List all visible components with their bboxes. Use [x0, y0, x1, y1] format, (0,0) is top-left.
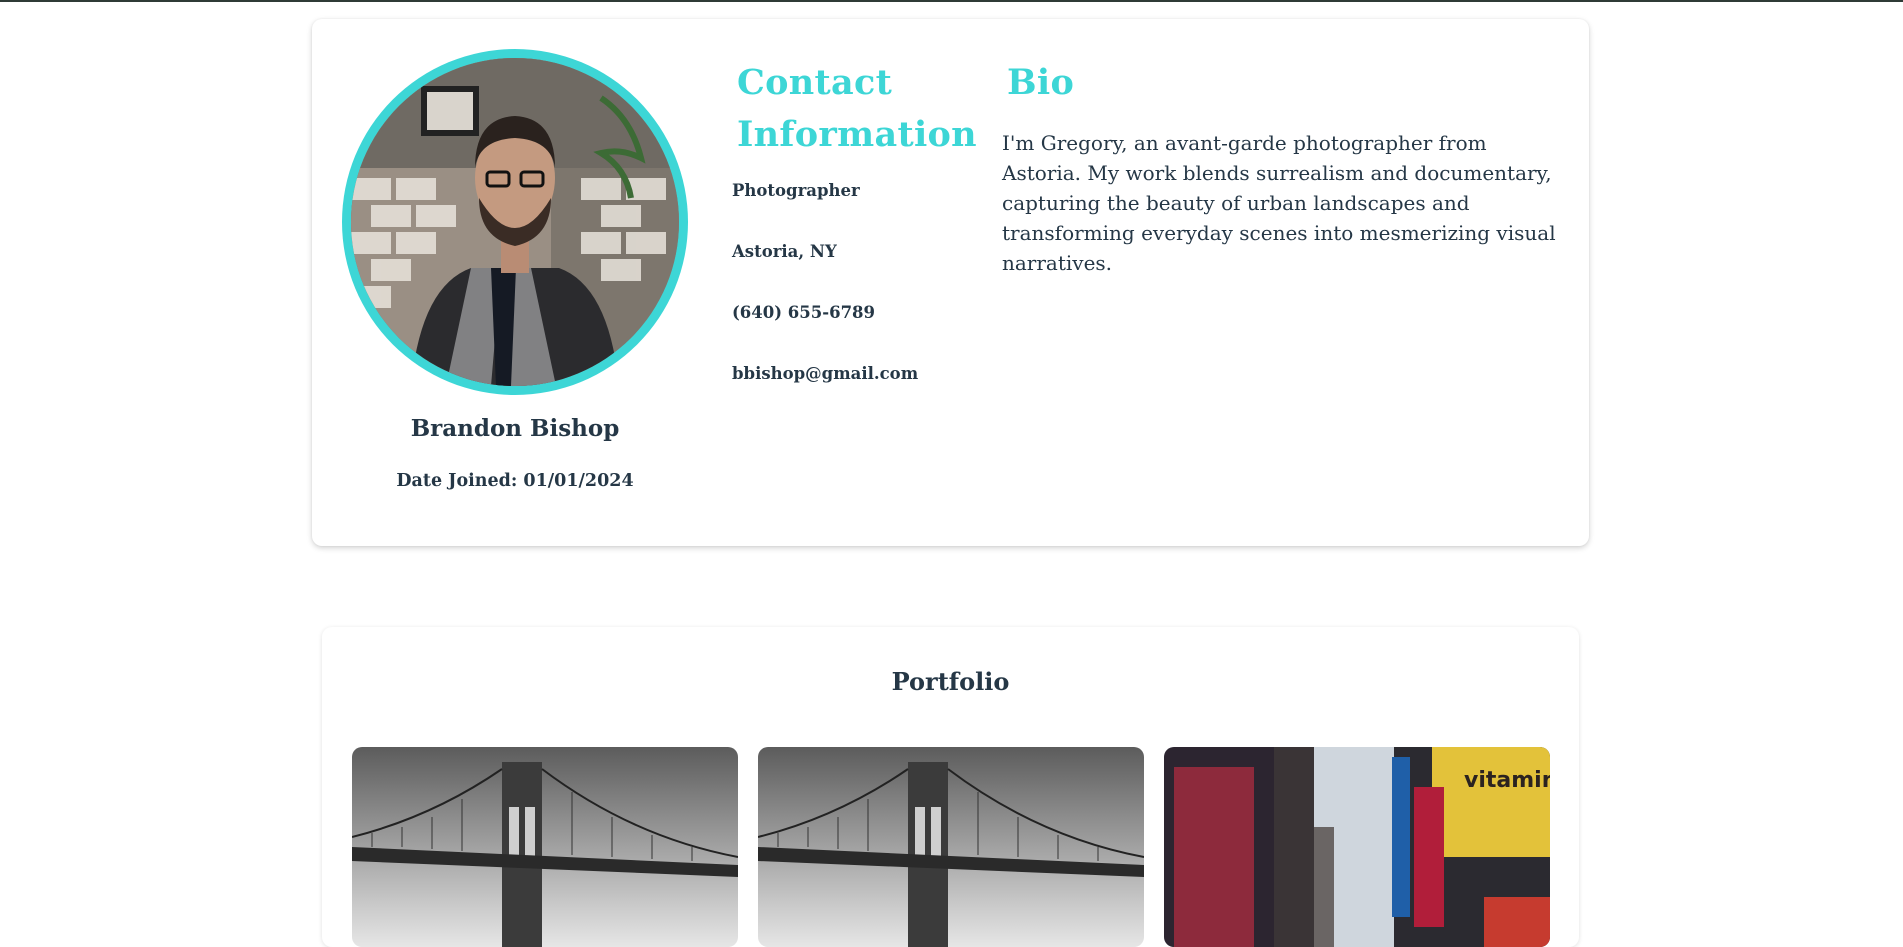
portfolio-image-2[interactable] — [758, 747, 1144, 947]
bridge-photo — [758, 747, 1144, 947]
bio-section: Bio I'm Gregory, an avant-garde photogra… — [1002, 57, 1565, 278]
avatar-photo — [351, 58, 679, 386]
contact-section: Contact Information Photographer Astoria… — [732, 57, 977, 425]
contact-phone: (640) 655-6789 — [732, 303, 876, 322]
profile-card: Brandon Bishop Date Joined: 01/01/2024 C… — [312, 19, 1589, 546]
contact-occupation: Photographer — [732, 181, 860, 200]
portfolio-image-1[interactable] — [352, 747, 738, 947]
bio-text: I'm Gregory, an avant-garde photographer… — [1002, 131, 1556, 275]
contact-location: Astoria, NY — [732, 242, 837, 261]
date-joined: Date Joined: 01/01/2024 — [396, 471, 634, 491]
bridge-photo — [352, 747, 738, 947]
avatar — [351, 58, 679, 386]
contact-list: Photographer Astoria, NY (640) 655-6789 … — [732, 181, 967, 425]
svg-text:vitamin: vitamin — [1464, 768, 1550, 793]
portfolio-card: Portfolio vitamin — [322, 627, 1579, 947]
portfolio-image-3[interactable]: vitamin — [1164, 747, 1550, 947]
city-street-photo: vitamin — [1164, 747, 1550, 947]
profile-name: Brandon Bishop — [410, 415, 620, 442]
contact-heading: Contact Information — [737, 62, 977, 155]
top-border — [0, 0, 1903, 2]
contact-email: bbishop@gmail.com — [732, 364, 919, 383]
bio-heading: Bio — [1007, 62, 1075, 103]
portfolio-title: Portfolio — [891, 667, 1010, 696]
avatar-ring — [342, 49, 688, 395]
